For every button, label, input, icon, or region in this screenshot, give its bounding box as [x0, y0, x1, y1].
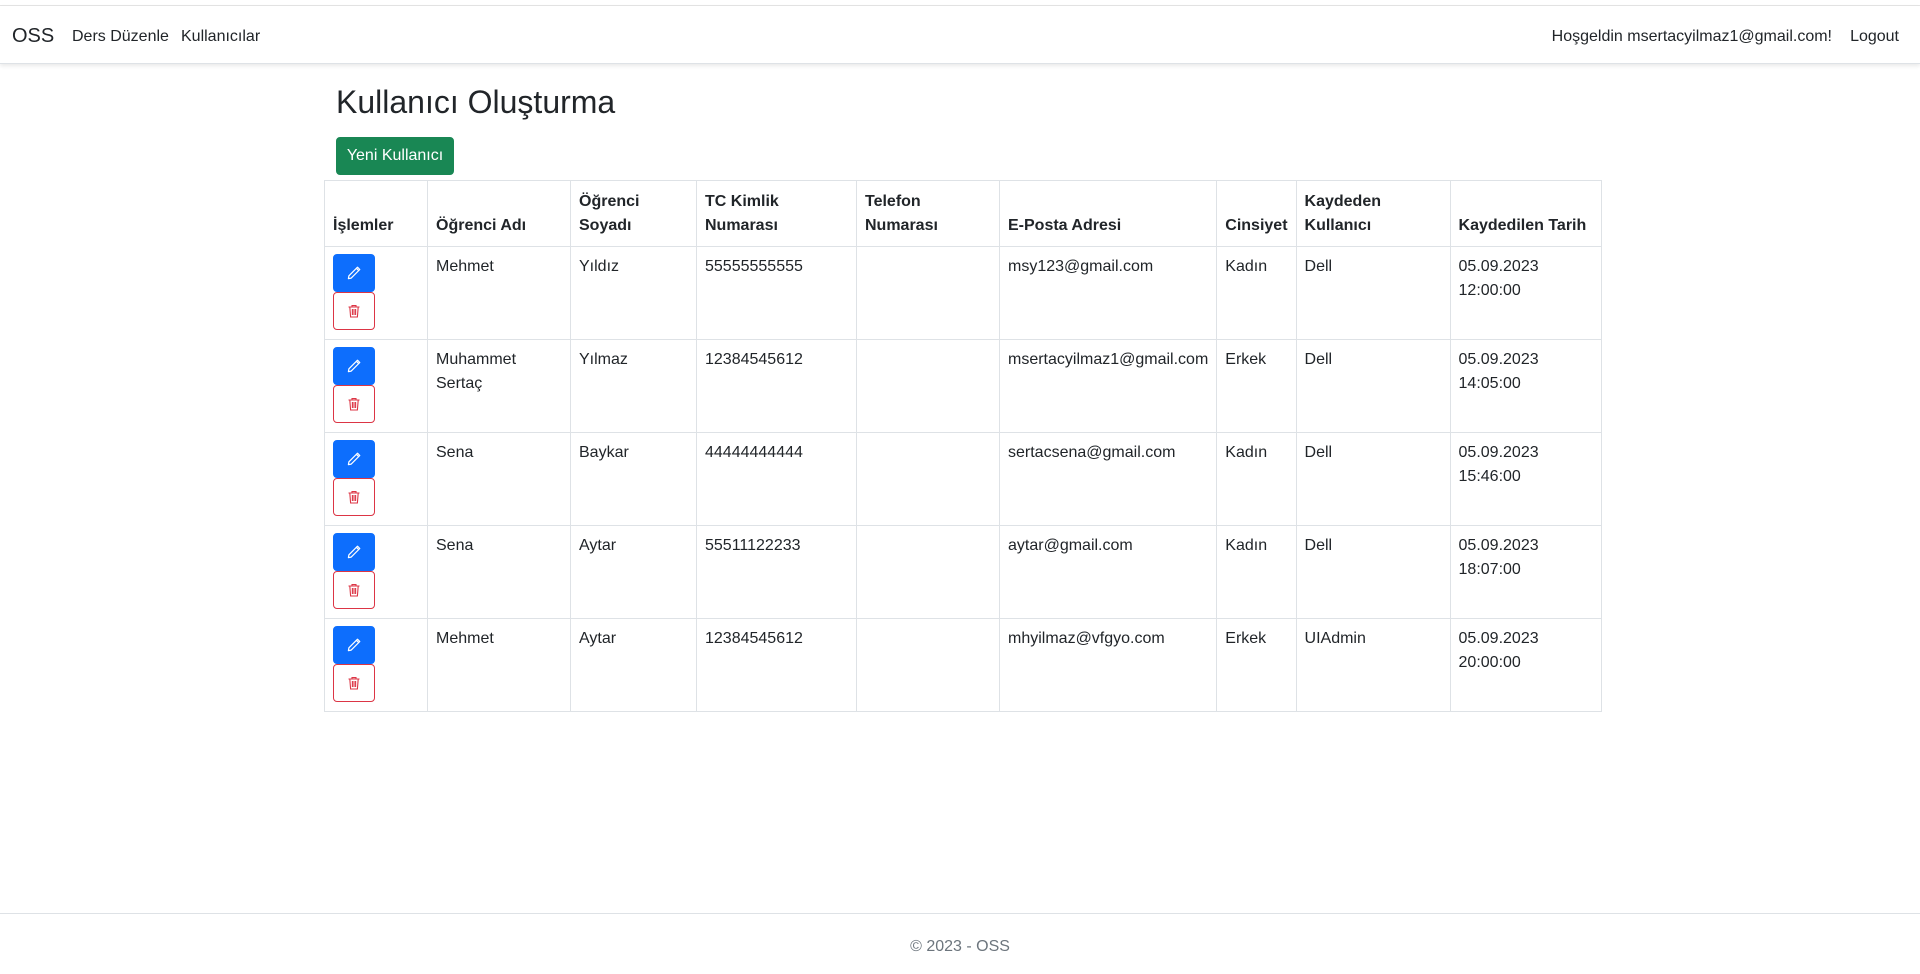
tc-number-cell: 12384545612	[696, 339, 857, 433]
saved-date-cell: 05.09.2023 12:00:00	[1449, 246, 1602, 340]
trash-icon	[348, 677, 360, 690]
saved-date-cell: 05.09.2023 20:00:00	[1449, 618, 1602, 712]
header-row: İşlemler Öğrenci Adı Öğrenci Soyadı TC K…	[324, 180, 1602, 247]
last-name-cell: Yıldız	[570, 246, 697, 340]
last-name-cell: Aytar	[570, 525, 697, 619]
tc-number-cell: 55511122233	[696, 525, 857, 619]
saved-date-cell: 05.09.2023 14:05:00	[1449, 339, 1602, 433]
gender-cell: Kadın	[1216, 246, 1297, 340]
delete-button[interactable]	[333, 571, 375, 609]
delete-button[interactable]	[333, 478, 375, 516]
page: OSS Ders Düzenle Kullanıcılar Hoşgeldin …	[0, 0, 1920, 974]
delete-button[interactable]	[333, 385, 375, 423]
saved-date-cell: 05.09.2023 15:46:00	[1449, 432, 1602, 526]
phone-cell	[856, 432, 1000, 526]
pencil-icon	[347, 545, 361, 559]
saved-by-cell: Dell	[1295, 525, 1451, 619]
pencil-icon	[347, 452, 361, 466]
trash-icon	[348, 491, 360, 504]
table-row: Mehmet Aytar 12384545612 mhyilmaz@vfgyo.…	[324, 618, 1602, 712]
phone-cell	[856, 339, 1000, 433]
footer: © 2023 - OSS	[0, 913, 1920, 974]
tc-number-cell: 12384545612	[696, 618, 857, 712]
saved-by-cell: Dell	[1295, 432, 1451, 526]
email-cell: sertacsena@gmail.com	[998, 432, 1218, 526]
header-phone: Telefon Numarası	[856, 180, 1000, 247]
last-name-cell: Yılmaz	[570, 339, 697, 433]
edit-button[interactable]	[333, 440, 375, 478]
table-header: İşlemler Öğrenci Adı Öğrenci Soyadı TC K…	[324, 180, 1602, 247]
users-table: İşlemler Öğrenci Adı Öğrenci Soyadı TC K…	[324, 180, 1602, 712]
footer-copyright: © 2023 - OSS	[910, 938, 1010, 955]
last-name-cell: Baykar	[570, 432, 697, 526]
header-first-name: Öğrenci Adı	[427, 180, 571, 247]
table-row: Mehmet Yıldız 55555555555 msy123@gmail.c…	[324, 246, 1602, 340]
phone-cell	[856, 246, 1000, 340]
operations-cell	[324, 525, 428, 619]
delete-button[interactable]	[333, 292, 375, 330]
first-name-cell: Muhammet Sertaç	[427, 339, 571, 433]
saved-by-cell: UIAdmin	[1295, 618, 1451, 712]
new-user-button[interactable]: Yeni Kullanıcı	[336, 137, 454, 175]
pencil-icon	[347, 638, 361, 652]
email-cell: mhyilmaz@vfgyo.com	[998, 618, 1218, 712]
header-saved-date: Kaydedilen Tarih	[1449, 180, 1602, 247]
nav-link-kullanicilar[interactable]: Kullanıcılar	[181, 27, 260, 47]
header-last-name: Öğrenci Soyadı	[570, 180, 697, 247]
tc-number-cell: 55555555555	[696, 246, 857, 340]
operations-cell	[324, 246, 428, 340]
gender-cell: Erkek	[1216, 339, 1297, 433]
pencil-icon	[347, 266, 361, 280]
header-saved-by: Kaydeden Kullanıcı	[1295, 180, 1451, 247]
last-name-cell: Aytar	[570, 618, 697, 712]
first-name-cell: Mehmet	[427, 246, 571, 340]
email-cell: aytar@gmail.com	[998, 525, 1218, 619]
operations-cell	[324, 432, 428, 526]
gender-cell: Kadın	[1216, 432, 1297, 526]
greeting-link[interactable]: Hoşgeldin msertacyilmaz1@gmail.com!	[1552, 27, 1832, 47]
trash-icon	[348, 305, 360, 318]
phone-cell	[856, 525, 1000, 619]
trash-icon	[348, 398, 360, 411]
brand-link[interactable]: OSS	[12, 25, 54, 47]
first-name-cell: Sena	[427, 432, 571, 526]
header-tc-number: TC Kimlik Numarası	[696, 180, 857, 247]
table-row: Sena Aytar 55511122233 aytar@gmail.com K…	[324, 525, 1602, 619]
edit-button[interactable]	[333, 254, 375, 292]
operations-cell	[324, 339, 428, 433]
tc-number-cell: 44444444444	[696, 432, 857, 526]
gender-cell: Erkek	[1216, 618, 1297, 712]
edit-button[interactable]	[333, 533, 375, 571]
saved-by-cell: Dell	[1295, 246, 1451, 340]
pencil-icon	[347, 359, 361, 373]
gender-cell: Kadın	[1216, 525, 1297, 619]
page-title: Kullanıcı Oluşturma	[336, 84, 616, 120]
trash-icon	[348, 584, 360, 597]
edit-button[interactable]	[333, 347, 375, 385]
first-name-cell: Mehmet	[427, 618, 571, 712]
header-email: E-Posta Adresi	[998, 180, 1218, 247]
header-gender: Cinsiyet	[1216, 180, 1297, 247]
table-body: Mehmet Yıldız 55555555555 msy123@gmail.c…	[324, 246, 1602, 712]
header-operations: İşlemler	[324, 180, 428, 247]
delete-button[interactable]	[333, 664, 375, 702]
first-name-cell: Sena	[427, 525, 571, 619]
phone-cell	[856, 618, 1000, 712]
email-cell: msertacyilmaz1@gmail.com	[998, 339, 1218, 433]
logout-link[interactable]: Logout	[1850, 27, 1899, 47]
nav-link-ders-duzenle[interactable]: Ders Düzenle	[72, 27, 169, 47]
table-row: Muhammet Sertaç Yılmaz 12384545612 msert…	[324, 339, 1602, 433]
navbar: OSS Ders Düzenle Kullanıcılar Hoşgeldin …	[0, 6, 1920, 64]
operations-cell	[324, 618, 428, 712]
saved-date-cell: 05.09.2023 18:07:00	[1449, 525, 1602, 619]
edit-button[interactable]	[333, 626, 375, 664]
email-cell: msy123@gmail.com	[998, 246, 1218, 340]
saved-by-cell: Dell	[1295, 339, 1451, 433]
table-row: Sena Baykar 44444444444 sertacsena@gmail…	[324, 432, 1602, 526]
